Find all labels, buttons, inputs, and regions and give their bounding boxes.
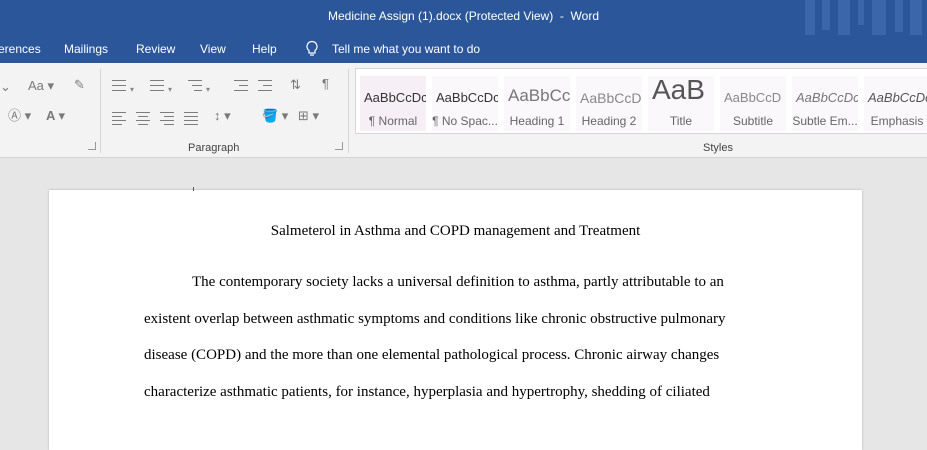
tab-review[interactable]: Review	[136, 42, 175, 56]
style-name: Emphasis	[870, 114, 924, 128]
align-left-icon[interactable]	[112, 112, 126, 125]
title-bar: Medicine Assign (1).docx (Protected View…	[0, 0, 927, 35]
style-sample: AaB	[652, 76, 705, 105]
style-heading-1[interactable]: AaBbCc Heading 1	[504, 76, 570, 131]
style-sample: AaBbCcDc	[868, 90, 927, 105]
lightbulb-icon[interactable]	[305, 40, 319, 58]
style-emphasis[interactable]: AaBbCcDc Emphasis	[864, 76, 927, 131]
align-right-icon[interactable]	[160, 112, 174, 125]
style-name: Title	[669, 114, 693, 128]
style-no-spacing[interactable]: AaBbCcDc ¶ No Spac...	[432, 76, 498, 131]
multilevel-dropdown-icon[interactable]: ▾	[206, 83, 210, 97]
style-name: Subtitle	[732, 114, 774, 128]
style-subtle-emphasis[interactable]: AaBbCcDc Subtle Em...	[792, 76, 858, 131]
shading-icon[interactable]: 🪣 ▾	[262, 109, 288, 123]
tab-references[interactable]: erences	[0, 42, 41, 56]
paragraph-mark	[193, 187, 194, 191]
window-title: Medicine Assign (1).docx (Protected View…	[328, 9, 599, 23]
tab-mailings[interactable]: Mailings	[64, 42, 108, 56]
style-sample: AaBbCcDc	[364, 90, 426, 105]
tab-help[interactable]: Help	[252, 42, 277, 56]
style-sample: AaBbCcDc	[796, 90, 858, 105]
font-dropdown-chevron-icon[interactable]: ⌄	[0, 80, 11, 94]
font-color-button[interactable]: A ▾	[46, 109, 65, 123]
ribbon: ⌄ Aa ▾ ✎ Ⓐ ▾ A ▾ ▾ ▾ ▾ ⇅ ¶ ↕ ▾ 🪣 ▾ ⊞ ▾ P…	[0, 63, 927, 158]
document-page[interactable]: Salmeterol in Asthma and COPD management…	[49, 187, 862, 450]
style-name: Heading 1	[509, 114, 565, 128]
tell-me-search[interactable]: Tell me what you want to do	[332, 42, 480, 56]
show-formatting-marks-icon[interactable]: ¶	[322, 77, 329, 91]
bullets-dropdown-icon[interactable]: ▾	[130, 83, 134, 97]
style-heading-2[interactable]: AaBbCcD Heading 2	[576, 76, 642, 131]
body-line-1: The contemporary society lacks a univers…	[192, 274, 724, 290]
document-area: Salmeterol in Asthma and COPD management…	[0, 158, 927, 450]
body-line-2: existent overlap between asthmatic sympt…	[144, 311, 726, 327]
style-sample: AaBbCcDc	[436, 90, 498, 105]
text-effects-button[interactable]: Ⓐ ▾	[8, 109, 31, 123]
style-name: ¶ Normal	[368, 114, 418, 128]
body-line-4: characterize asthmatic patients, for ins…	[144, 384, 710, 400]
styles-group-label: Styles	[703, 142, 733, 154]
font-color-label: A	[46, 108, 55, 123]
style-name: Subtle Em...	[792, 114, 858, 128]
bullets-icon[interactable]	[112, 80, 126, 92]
body-line-3: disease (COPD) and the more than one ele…	[144, 347, 720, 363]
paragraph-dialog-launcher-icon[interactable]	[335, 142, 343, 150]
style-title[interactable]: AaB Title	[648, 76, 714, 131]
sort-icon[interactable]: ⇅	[290, 78, 301, 92]
style-sample: AaBbCcD	[724, 90, 782, 105]
styles-gallery: AaBbCcDc ¶ Normal AaBbCcDc ¶ No Spac... …	[355, 68, 927, 134]
multilevel-list-icon[interactable]	[188, 80, 202, 92]
align-center-icon[interactable]	[136, 112, 150, 125]
numbering-icon[interactable]	[150, 80, 164, 92]
change-case-button[interactable]: Aa ▾	[28, 79, 54, 93]
increase-indent-icon[interactable]	[258, 80, 272, 92]
numbering-dropdown-icon[interactable]: ▾	[168, 83, 172, 97]
decrease-indent-icon[interactable]	[234, 80, 248, 92]
style-normal[interactable]: AaBbCcDc ¶ Normal	[360, 76, 426, 131]
justify-icon[interactable]	[184, 112, 198, 125]
style-subtitle[interactable]: AaBbCcD Subtitle	[720, 76, 786, 131]
document-title: Salmeterol in Asthma and COPD management…	[270, 223, 641, 239]
group-separator	[100, 69, 101, 153]
tab-view[interactable]: View	[200, 42, 226, 56]
style-name: ¶ No Spac...	[432, 114, 498, 128]
clear-formatting-icon[interactable]: ✎	[74, 78, 85, 92]
style-name: Heading 2	[581, 114, 637, 128]
borders-icon[interactable]: ⊞ ▾	[298, 109, 319, 123]
font-dialog-launcher-icon[interactable]	[88, 142, 96, 150]
ribbon-tabs: erences Mailings Review View Help Tell m…	[0, 35, 927, 63]
change-case-label: Aa	[28, 78, 44, 93]
paragraph-group-label: Paragraph	[188, 142, 240, 154]
style-sample: AaBbCc	[508, 86, 570, 105]
group-separator	[348, 69, 349, 153]
style-sample: AaBbCcD	[580, 90, 642, 106]
line-spacing-icon[interactable]: ↕ ▾	[214, 109, 231, 123]
